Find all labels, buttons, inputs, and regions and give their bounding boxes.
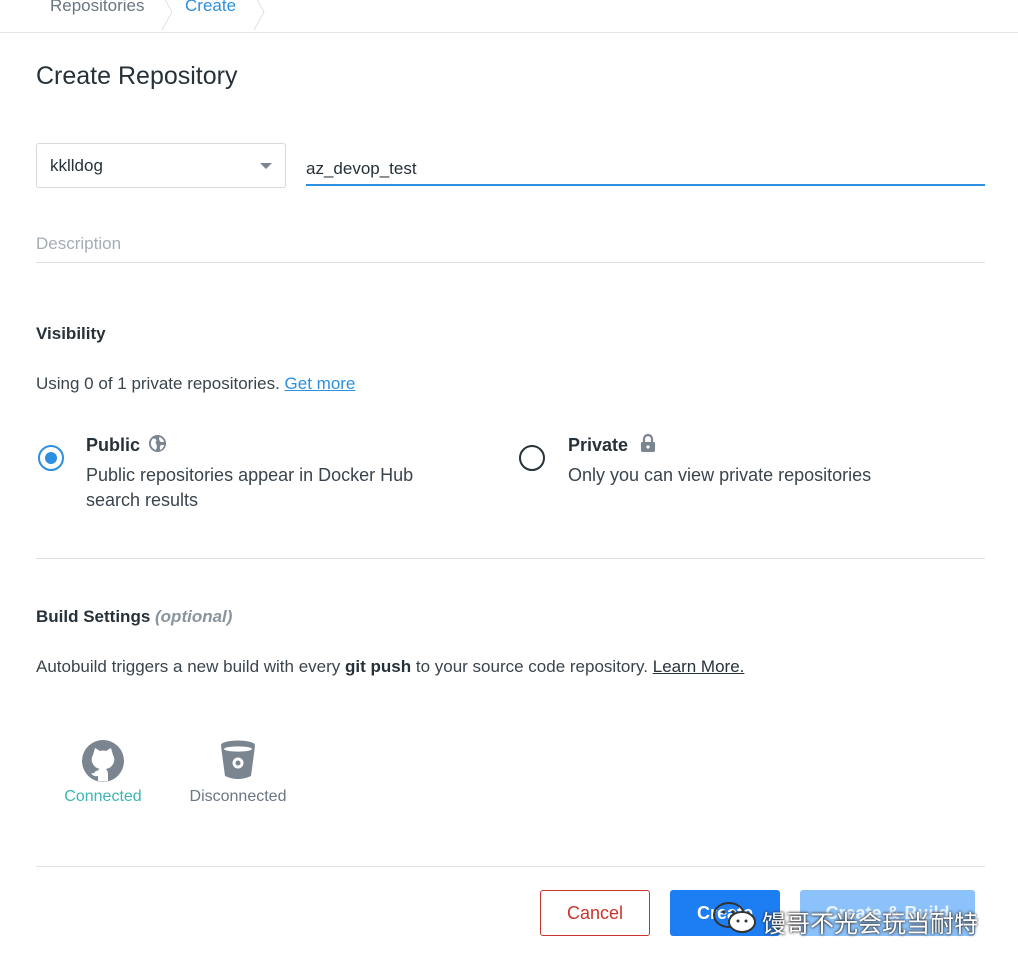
github-provider[interactable]: Connected	[56, 740, 150, 806]
breadcrumb-repositories-link[interactable]: Repositories	[50, 0, 145, 16]
create-and-build-button[interactable]: Create & Build	[800, 890, 975, 936]
breadcrumb: Repositories Create	[0, 0, 1018, 33]
learn-more-link[interactable]: Learn More.	[653, 657, 745, 676]
autobuild-text-after: to your source code repository.	[415, 657, 648, 676]
repository-name-input[interactable]	[306, 148, 985, 186]
page-title: Create Repository	[36, 62, 238, 90]
optional-label: (optional)	[155, 607, 233, 626]
private-usage-label: Using 0 of 1 private repositories.	[36, 374, 280, 393]
lock-icon	[641, 434, 655, 452]
bitbucket-status: Disconnected	[189, 788, 287, 805]
radio-selected-dot	[45, 452, 57, 464]
public-option-title[interactable]: Public	[86, 435, 140, 456]
github-status: Connected	[64, 788, 142, 805]
breadcrumb-separator-icon	[253, 0, 265, 30]
autobuild-description: Autobuild triggers a new build with ever…	[36, 657, 744, 677]
private-radio[interactable]	[519, 445, 545, 471]
public-option-description: Public repositories appear in Docker Hub…	[86, 465, 414, 510]
private-option-description: Only you can view private repositories	[568, 465, 872, 485]
git-push-label: git push	[345, 657, 412, 676]
autobuild-text-before: Autobuild triggers a new build with ever…	[36, 657, 341, 676]
globe-icon	[148, 434, 167, 453]
create-button[interactable]: Create	[670, 890, 780, 936]
visibility-title: Visibility	[36, 324, 106, 343]
private-option-title[interactable]: Private	[568, 435, 628, 456]
namespace-value: kklldog	[50, 156, 103, 175]
breadcrumb-separator-icon	[161, 0, 173, 30]
namespace-select[interactable]: kklldog	[36, 143, 286, 188]
bitbucket-provider[interactable]: Disconnected	[180, 740, 296, 806]
description-input[interactable]	[36, 225, 985, 263]
bitbucket-icon	[221, 740, 255, 779]
public-radio[interactable]	[38, 445, 64, 471]
section-divider	[36, 866, 985, 867]
github-icon	[82, 740, 124, 782]
private-usage-text: Using 0 of 1 private repositories. Get m…	[36, 374, 355, 394]
build-settings-label: Build Settings	[36, 607, 151, 626]
cancel-button[interactable]: Cancel	[540, 890, 650, 936]
get-more-link[interactable]: Get more	[285, 374, 356, 393]
section-divider	[36, 558, 985, 559]
chevron-down-icon	[260, 163, 272, 169]
breadcrumb-create-link[interactable]: Create	[185, 0, 236, 16]
build-settings-title: Build Settings (optional)	[36, 607, 232, 627]
